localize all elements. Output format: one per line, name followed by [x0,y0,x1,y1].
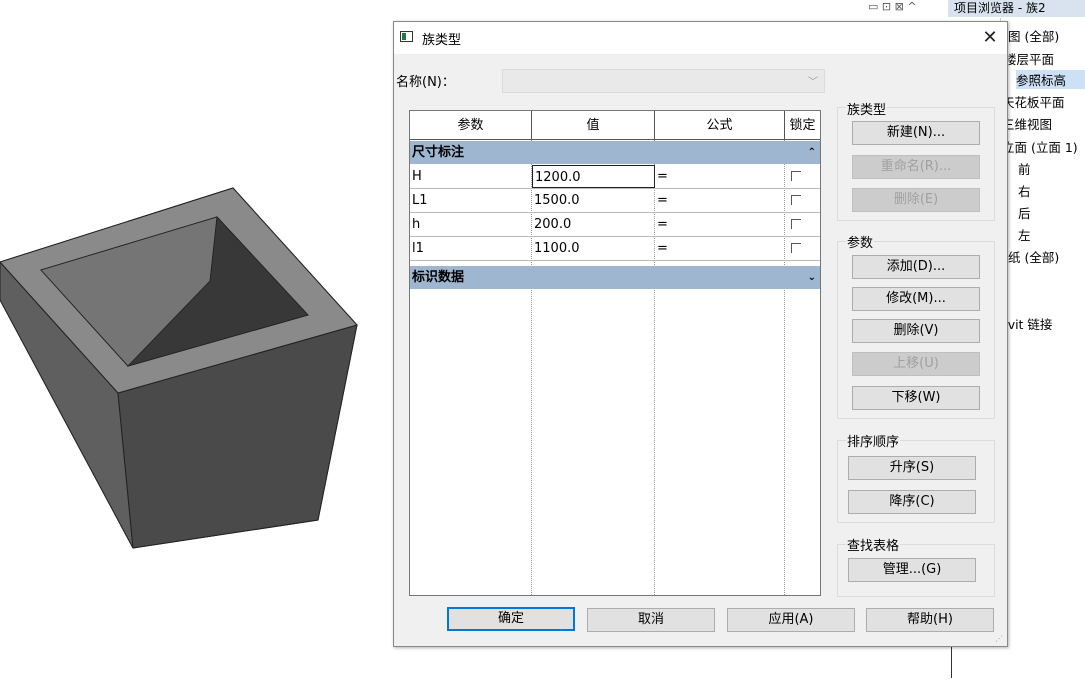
resize-grip-icon[interactable]: ⋰ [995,634,1005,644]
table-row[interactable]: h 200.0 = [410,213,820,237]
sort-descending-button[interactable]: 降序(C) [848,490,976,514]
name-label: 名称(N)： [396,75,455,90]
dialog-titlebar[interactable]: 族类型 ✕ [394,22,1007,54]
tree-item-right[interactable]: 右 [1018,181,1031,200]
group-label: 标识数据 [412,270,465,285]
add-parameter-button[interactable]: 添加(D)... [852,255,980,279]
dialog-app-icon [400,31,413,42]
project-browser-title: 项目浏览器 - 族2 [948,0,1085,17]
lock-checkbox[interactable] [791,243,801,253]
group-dimensions[interactable]: 尺寸标注 ⌃ [410,141,820,164]
ok-button[interactable]: 确定 [447,607,575,631]
header-formula[interactable]: 公式 [655,111,785,140]
header-parameter[interactable]: 参数 [410,111,532,140]
tree-item-back[interactable]: 后 [1018,203,1031,222]
collapse-icon[interactable]: ⌃ [808,141,816,164]
table-row[interactable]: l1 1100.0 = [410,237,820,261]
help-button[interactable]: 帮助(H) [866,608,994,632]
chevron-down-icon: ﹀ [808,77,818,88]
value-cell[interactable]: 1100.0 [532,237,654,260]
formula-cell[interactable]: = [655,237,784,260]
project-browser-tree[interactable]: 图 (全部) 楼层平面 参照标高 天花板平面 三维视图 立面 (立面 1) 前 … [1000,18,1085,398]
modify-parameter-button[interactable]: 修改(M)... [852,287,980,311]
value-input[interactable]: 1200.0 [532,165,655,188]
param-name: h [412,217,421,232]
parameters-table[interactable]: 参数 值 公式 锁定 尺寸标注 ⌃ H 1200.0 = L1 1500.0 =… [409,110,821,596]
rename-type-button[interactable]: 重命名(R)... [852,155,980,179]
3d-viewport[interactable] [0,0,395,678]
dialog-title: 族类型 [422,33,462,48]
group-identity-data[interactable]: 标识数据 ⌄ [410,266,820,289]
move-down-button[interactable]: 下移(W) [852,386,980,410]
tree-item-sheets[interactable]: 纸 (全部) [1008,247,1059,266]
sort-ascending-button[interactable]: 升序(S) [848,456,976,480]
panel-window-controls[interactable]: ▭ ⊡ ⊠ ^ [868,0,948,16]
lookup-tables-group-label: 查找表格 [846,535,901,554]
value-cell[interactable]: 200.0 [532,213,654,236]
lock-checkbox[interactable] [791,219,801,229]
group-label: 尺寸标注 [412,145,465,160]
tree-item-3d-views[interactable]: 三维视图 [1002,114,1052,133]
tree-item-views[interactable]: 图 (全部) [1008,26,1059,45]
value-cell[interactable]: 1500.0 [532,189,654,212]
lock-checkbox[interactable] [791,195,801,205]
table-row[interactable]: H 1200.0 = [410,165,820,189]
move-up-button[interactable]: 上移(U) [852,352,980,376]
param-name: L1 [412,193,428,208]
tree-item-front[interactable]: 前 [1018,159,1031,178]
param-name: H [412,169,422,184]
parameters-group-label: 参数 [846,232,875,251]
param-name: l1 [412,241,424,256]
tree-item-floor-plans[interactable]: 楼层平面 [1004,49,1054,68]
cancel-button[interactable]: 取消 [587,608,715,632]
header-value[interactable]: 值 [532,111,655,140]
close-icon[interactable]: ✕ [978,26,1002,50]
delete-type-button[interactable]: 删除(E) [852,188,980,212]
tree-item-left[interactable]: 左 [1018,225,1031,244]
new-type-button[interactable]: 新建(N)... [852,121,980,145]
delete-parameter-button[interactable]: 删除(V) [852,319,980,343]
expand-icon[interactable]: ⌄ [808,266,816,289]
formula-cell[interactable]: = [655,213,784,236]
formula-cell[interactable]: = [655,165,784,188]
sort-order-group-label: 排序顺序 [846,431,901,450]
formula-cell[interactable]: = [655,189,784,212]
hollow-frustum-model [0,187,358,549]
lock-checkbox[interactable] [791,171,801,181]
table-row[interactable]: L1 1500.0 = [410,189,820,213]
family-types-dialog: 族类型 ✕ 名称(N)： ﹀ 参数 值 公式 锁定 尺寸标注 ⌃ H 1200.… [393,21,1008,647]
header-lock[interactable]: 锁定 [785,111,820,140]
tree-item-elevations[interactable]: 立面 (立面 1) [1002,137,1078,156]
name-dropdown[interactable]: ﹀ [502,69,825,93]
apply-button[interactable]: 应用(A) [727,608,855,632]
tree-item-ceiling-plans[interactable]: 天花板平面 [1002,92,1065,111]
manage-lookup-button[interactable]: 管理...(G) [848,558,976,582]
family-types-group-label: 族类型 [846,99,888,118]
tree-item-ref-level[interactable]: 参照标高 [1016,70,1085,89]
